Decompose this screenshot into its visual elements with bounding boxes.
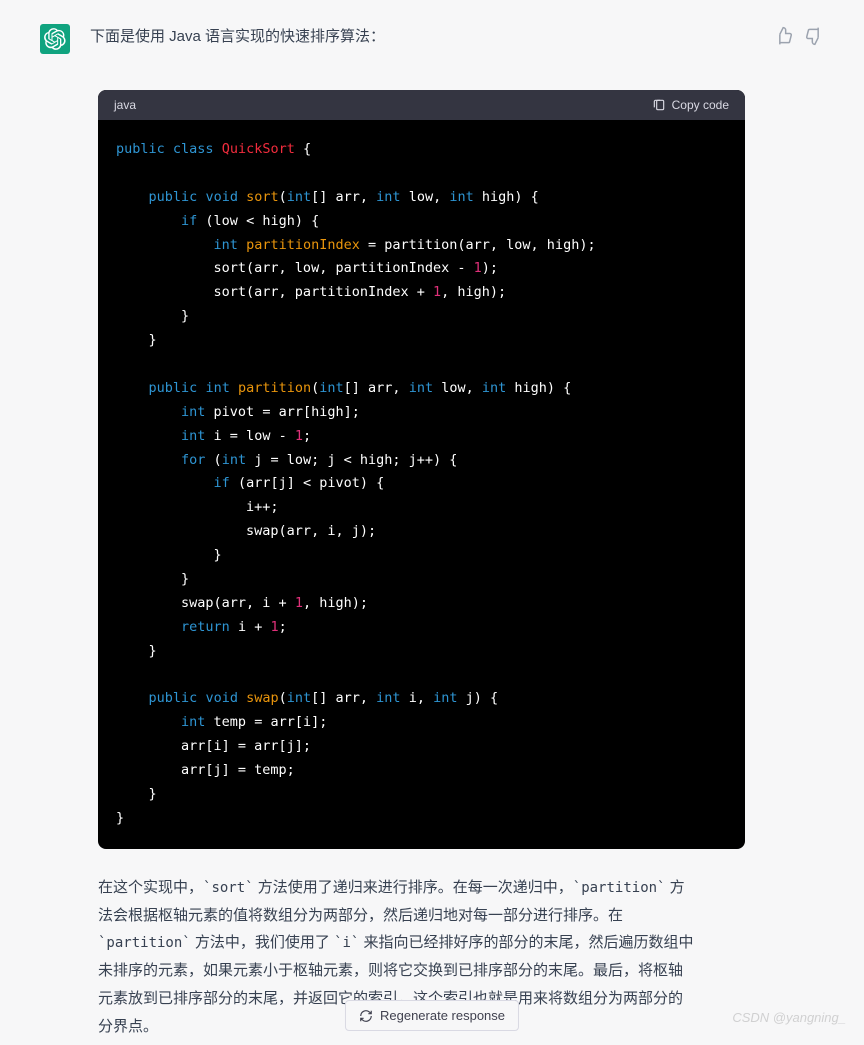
code-lang-label: java: [114, 98, 136, 112]
thumbs-up-icon[interactable]: [774, 26, 794, 46]
openai-icon: [44, 28, 66, 50]
code-body: public class QuickSort { public void sor…: [98, 120, 745, 849]
copy-label: Copy code: [672, 98, 729, 112]
regenerate-label: Regenerate response: [380, 1008, 505, 1023]
copy-button[interactable]: Copy code: [652, 98, 729, 112]
watermark: CSDN @yangning_: [732, 1010, 846, 1025]
code-block: java Copy code public class QuickSort { …: [98, 90, 745, 849]
refresh-icon: [359, 1009, 373, 1023]
assistant-message: 下面是使用 Java 语言实现的快速排序算法：: [0, 0, 864, 74]
message-content: 下面是使用 Java 语言实现的快速排序算法：: [90, 24, 754, 54]
thumbs-down-icon[interactable]: [804, 26, 824, 46]
regenerate-button[interactable]: Regenerate response: [345, 1000, 519, 1031]
feedback-controls: [774, 24, 824, 54]
clipboard-icon: [652, 98, 666, 112]
assistant-avatar: [40, 24, 70, 54]
intro-text: 下面是使用 Java 语言实现的快速排序算法：: [90, 24, 754, 50]
code-header: java Copy code: [98, 90, 745, 120]
